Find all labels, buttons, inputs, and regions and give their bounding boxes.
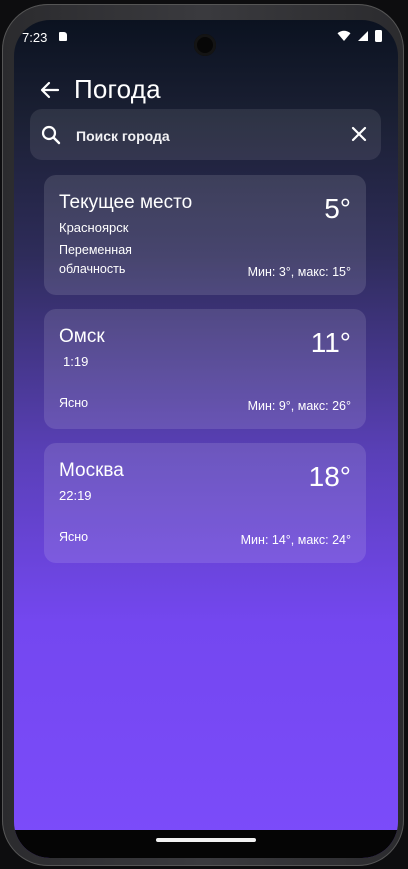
- city-list: Текущее место Красноярск 5° Переменная о…: [44, 175, 366, 577]
- city-condition: Переменная облачность: [59, 243, 132, 276]
- sim-card-icon: [59, 32, 67, 41]
- wifi-icon: [337, 30, 351, 41]
- city-name: Москва: [59, 460, 124, 481]
- city-name: Текущее место: [59, 192, 193, 213]
- navigation-bar: [14, 830, 398, 858]
- city-subtitle: Красноярск: [59, 220, 129, 235]
- city-card-moscow[interactable]: Москва 22:19 18° Ясно Мин: 14°, макс: 24…: [44, 443, 366, 563]
- city-local-time: 1:19: [63, 354, 89, 369]
- search-bar: [30, 109, 381, 160]
- home-indicator[interactable]: [156, 838, 256, 842]
- city-minmax: Мин: 3°, макс: 15°: [247, 265, 351, 279]
- city-name: Омск: [59, 326, 105, 347]
- city-condition: Ясно: [59, 530, 89, 544]
- city-condition: Ясно: [59, 396, 89, 410]
- page-title: Погода: [74, 74, 161, 104]
- city-temperature: 5°: [324, 193, 351, 224]
- close-icon: [351, 126, 367, 142]
- city-temperature: 18°: [308, 461, 351, 492]
- city-card-current-location[interactable]: Текущее место Красноярск 5° Переменная о…: [44, 175, 366, 295]
- city-local-time: 22:19: [59, 488, 92, 503]
- signal-icon: [358, 31, 368, 41]
- search-input[interactable]: [74, 122, 338, 150]
- header: Погода: [14, 64, 398, 112]
- app-screen: 7:23 Погода Поиск города Текущее место К…: [14, 20, 398, 858]
- front-camera: [194, 34, 216, 56]
- city-minmax: Мин: 9°, макс: 26°: [247, 399, 351, 413]
- status-icons: [337, 30, 382, 42]
- city-card-omsk[interactable]: Омск 1:19 11° Ясно Мин: 9°, макс: 26°: [44, 309, 366, 429]
- city-temperature: 11°: [310, 327, 351, 358]
- search-icon: [41, 125, 61, 145]
- clear-search-button[interactable]: [349, 124, 369, 144]
- city-minmax: Мин: 14°, макс: 24°: [240, 533, 351, 547]
- status-time: 7:23: [22, 30, 48, 45]
- battery-icon: [375, 30, 382, 42]
- phone-frame: 7:23 Погода Поиск города Текущее место К…: [2, 4, 404, 866]
- arrow-left-icon: [40, 81, 60, 99]
- status-bar: 7:23: [14, 20, 398, 56]
- back-button[interactable]: [36, 76, 64, 104]
